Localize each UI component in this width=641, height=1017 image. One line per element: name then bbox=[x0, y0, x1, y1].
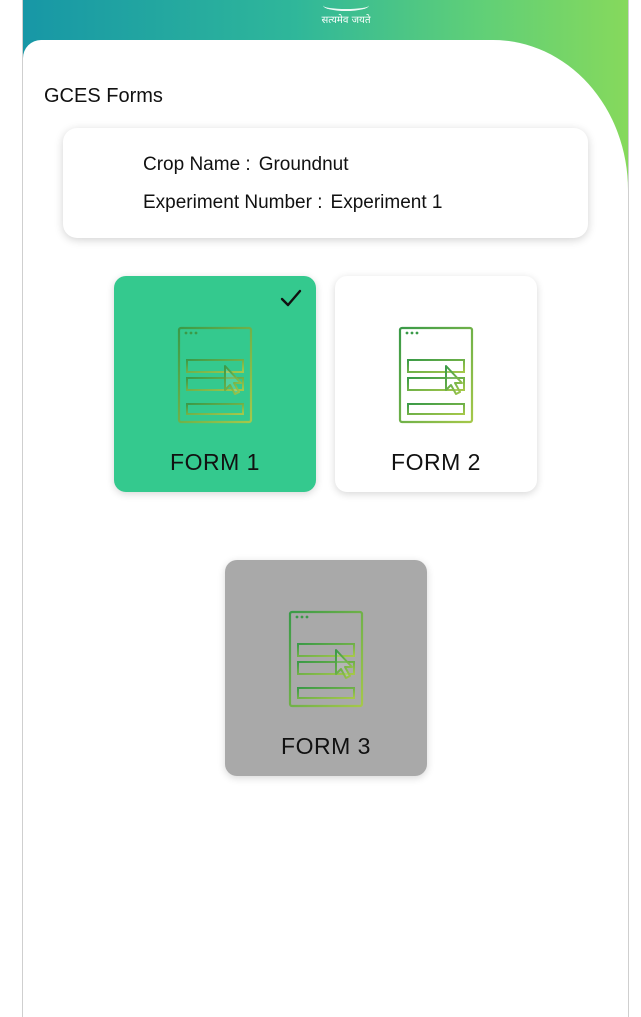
form-1-label: FORM 1 bbox=[170, 449, 260, 475]
form-2-label: FORM 2 bbox=[391, 449, 481, 475]
frame-edge-left bbox=[22, 0, 23, 1017]
experiment-number-row: Experiment Number : Experiment 1 bbox=[143, 192, 442, 214]
app-screen: सत्यमेव जयते GCES Forms Crop Name : Groun… bbox=[0, 0, 641, 1017]
experiment-info-card: Crop Name : Groundnut Experiment Number :… bbox=[63, 128, 588, 238]
checkmark-icon bbox=[280, 289, 302, 307]
national-emblem: सत्यमेव जयते bbox=[291, 0, 401, 36]
form-3-card[interactable]: FORM 3 bbox=[225, 560, 427, 776]
frame-edge-right bbox=[628, 0, 629, 1017]
page-title: GCES Forms bbox=[44, 85, 163, 107]
form-1-card[interactable]: FORM 1 bbox=[114, 276, 316, 492]
crop-name-row: Crop Name : Groundnut bbox=[143, 154, 349, 176]
form-3-label: FORM 3 bbox=[281, 733, 371, 759]
experiment-number-value: Experiment 1 bbox=[330, 192, 443, 213]
web-form-cursor-icon bbox=[398, 326, 474, 424]
experiment-number-label: Experiment Number : bbox=[143, 192, 323, 213]
form-2-card[interactable]: FORM 2 bbox=[335, 276, 537, 492]
web-form-cursor-icon bbox=[177, 326, 253, 424]
emblem-motto: सत्यमेव जयते bbox=[321, 15, 371, 26]
web-form-cursor-icon bbox=[288, 610, 364, 708]
crop-name-value: Groundnut bbox=[258, 154, 349, 175]
emblem-icon bbox=[323, 0, 369, 11]
crop-name-label: Crop Name : bbox=[143, 154, 251, 175]
